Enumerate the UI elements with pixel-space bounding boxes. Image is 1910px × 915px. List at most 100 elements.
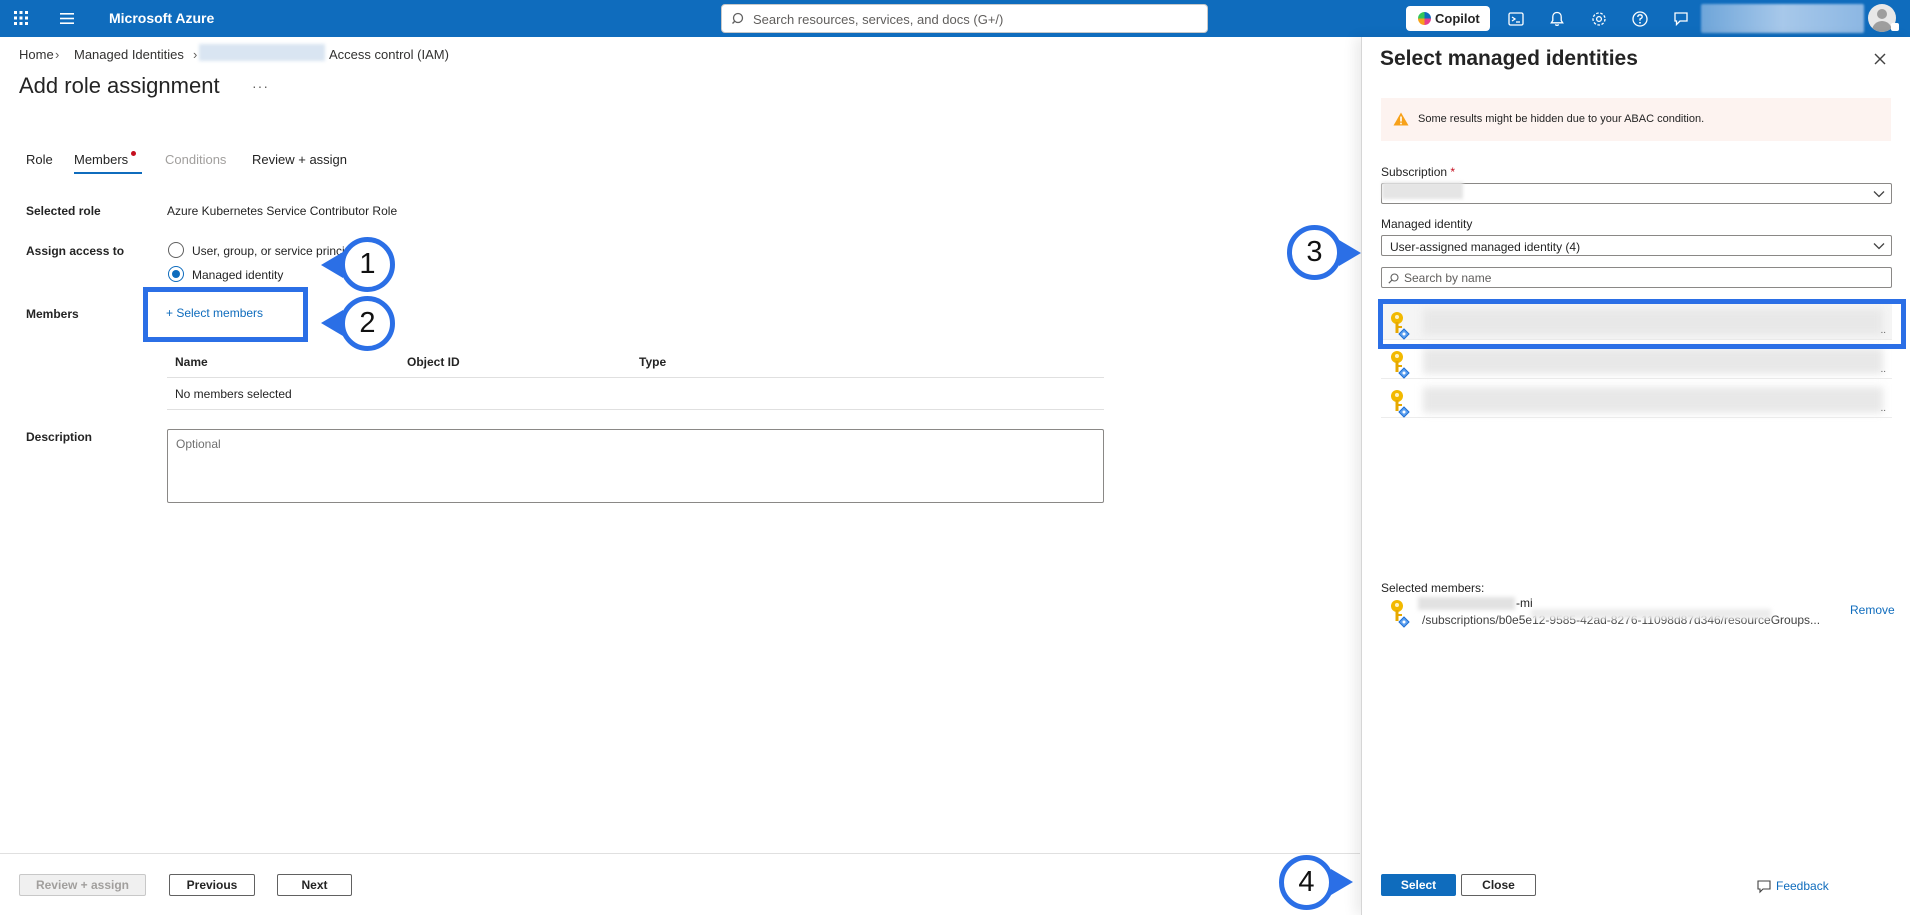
column-object-id: Object ID [407, 355, 460, 369]
callout-1-number: 1 [359, 248, 376, 280]
breadcrumb-iam[interactable]: Access control (IAM) [329, 47, 449, 62]
assign-access-label: Assign access to [26, 244, 125, 258]
close-button[interactable]: Close [1461, 874, 1536, 896]
identity-name-redacted [1423, 348, 1883, 374]
description-label: Description [26, 430, 93, 444]
feedback-label: Feedback [1776, 879, 1829, 893]
footer-divider [0, 853, 1360, 854]
warning-text: Some results might be hidden due to your… [1418, 113, 1705, 125]
required-dot-icon [131, 151, 136, 156]
select-managed-identities-panel: Select managed identities Some results m… [1361, 37, 1910, 915]
top-bar: Microsoft Azure Copilot [0, 0, 1910, 37]
copilot-label: Copilot [1435, 11, 1480, 26]
managed-identity-label: Managed identity [1381, 217, 1473, 231]
cloud-shell-icon[interactable] [1507, 10, 1525, 28]
members-table-header: Name Object ID Type [167, 346, 1104, 378]
highlight-identity-row [1378, 299, 1906, 349]
identity-search-input[interactable] [1404, 271, 1884, 285]
settings-gear-icon[interactable] [1590, 10, 1608, 28]
search-icon [1388, 273, 1399, 284]
breadcrumb-separator: › [55, 47, 60, 62]
radio-managed-identity[interactable] [168, 266, 184, 282]
remove-member-link[interactable]: Remove [1850, 603, 1895, 617]
chevron-down-icon [1873, 191, 1885, 198]
selected-member-item: -mi /subscriptions/b0e5e12-9585-42ad-827… [1381, 596, 1895, 632]
callout-3: 3 [1287, 225, 1342, 280]
callout-3-pointer [1339, 240, 1361, 266]
subscription-label: Subscription * [1381, 165, 1455, 179]
table-row: No members selected [167, 378, 1104, 410]
breadcrumb-managed-identities[interactable]: Managed Identities [74, 47, 184, 62]
warning-icon [1393, 112, 1409, 126]
tab-conditions: Conditions [165, 152, 227, 167]
callout-4: 4 [1279, 855, 1334, 910]
active-tab-indicator [74, 172, 142, 174]
brand-name[interactable]: Microsoft Azure [109, 10, 214, 26]
selected-members-label: Selected members: [1381, 581, 1485, 595]
managed-identity-key-icon [1391, 600, 1410, 628]
radio-user-group-sp[interactable] [168, 242, 184, 258]
breadcrumb-separator: › [193, 47, 198, 62]
callout-3-number: 3 [1306, 236, 1323, 268]
selected-role-value: Azure Kubernetes Service Contributor Rol… [167, 204, 398, 218]
global-search[interactable] [721, 4, 1208, 33]
column-name: Name [175, 355, 208, 369]
callout-2-number: 2 [359, 307, 376, 339]
highlight-select-members [143, 287, 308, 342]
panel-title: Select managed identities [1380, 47, 1638, 70]
managed-identity-key-icon [1391, 351, 1410, 379]
subscription-label-text: Subscription [1381, 165, 1448, 179]
copilot-icon [1418, 12, 1431, 25]
list-item-ellipsis: .. [1880, 403, 1886, 414]
identity-search-box[interactable] [1381, 267, 1892, 288]
selected-member-name: -mi [1516, 596, 1533, 610]
tab-review-assign[interactable]: Review + assign [252, 152, 347, 167]
callout-4-number: 4 [1298, 866, 1315, 898]
empty-members-message: No members selected [175, 387, 292, 401]
tab-members[interactable]: Members [74, 152, 128, 167]
feedback-icon [1757, 880, 1771, 894]
breadcrumb-home[interactable]: Home [19, 47, 54, 62]
search-icon [732, 12, 744, 24]
review-assign-button: Review + assign [19, 874, 146, 896]
selected-member-path-redacted [1531, 609, 1771, 619]
account-name-redacted[interactable] [1701, 4, 1864, 33]
managed-identity-dropdown[interactable]: User-assigned managed identity (4) [1381, 235, 1892, 256]
description-textarea[interactable] [167, 429, 1104, 503]
selected-member-name-redacted [1418, 597, 1515, 610]
callout-2: 2 [340, 296, 395, 351]
list-item-ellipsis: .. [1880, 364, 1886, 375]
list-item[interactable]: .. [1381, 381, 1892, 418]
members-label: Members [26, 307, 79, 321]
identity-name-redacted [1423, 387, 1883, 413]
column-type: Type [639, 355, 667, 369]
chevron-down-icon [1873, 243, 1885, 250]
global-search-input[interactable] [753, 10, 1193, 28]
help-icon[interactable] [1631, 10, 1649, 28]
hamburger-menu-icon[interactable] [58, 11, 76, 26]
callout-1: 1 [340, 237, 395, 292]
app-launcher-icon[interactable] [13, 10, 29, 26]
managed-identity-key-icon [1391, 390, 1410, 418]
selected-role-label: Selected role [26, 204, 101, 218]
avatar-body [1872, 21, 1892, 32]
avatar-lock-badge-icon [1891, 23, 1899, 31]
close-icon[interactable] [1870, 49, 1890, 69]
abac-warning-banner: Some results might be hidden due to your… [1381, 98, 1891, 141]
feedback-icon[interactable] [1672, 10, 1690, 28]
breadcrumb-resource-redacted[interactable] [199, 44, 325, 61]
feedback-link[interactable]: Feedback [1757, 879, 1829, 894]
tab-role[interactable]: Role [26, 152, 53, 167]
previous-button[interactable]: Previous [169, 874, 255, 896]
select-button[interactable]: Select [1381, 874, 1456, 896]
subscription-value-redacted [1382, 182, 1463, 199]
next-button[interactable]: Next [277, 874, 352, 896]
callout-4-pointer [1331, 869, 1353, 895]
notifications-bell-icon[interactable] [1548, 10, 1566, 28]
avatar-head [1877, 9, 1887, 19]
more-actions-icon[interactable]: ··· [252, 78, 269, 94]
copilot-button[interactable]: Copilot [1406, 6, 1490, 31]
page-title: Add role assignment [19, 73, 220, 98]
radio-managed-identity-label[interactable]: Managed identity [192, 268, 283, 282]
managed-identity-value: User-assigned managed identity (4) [1390, 240, 1581, 254]
